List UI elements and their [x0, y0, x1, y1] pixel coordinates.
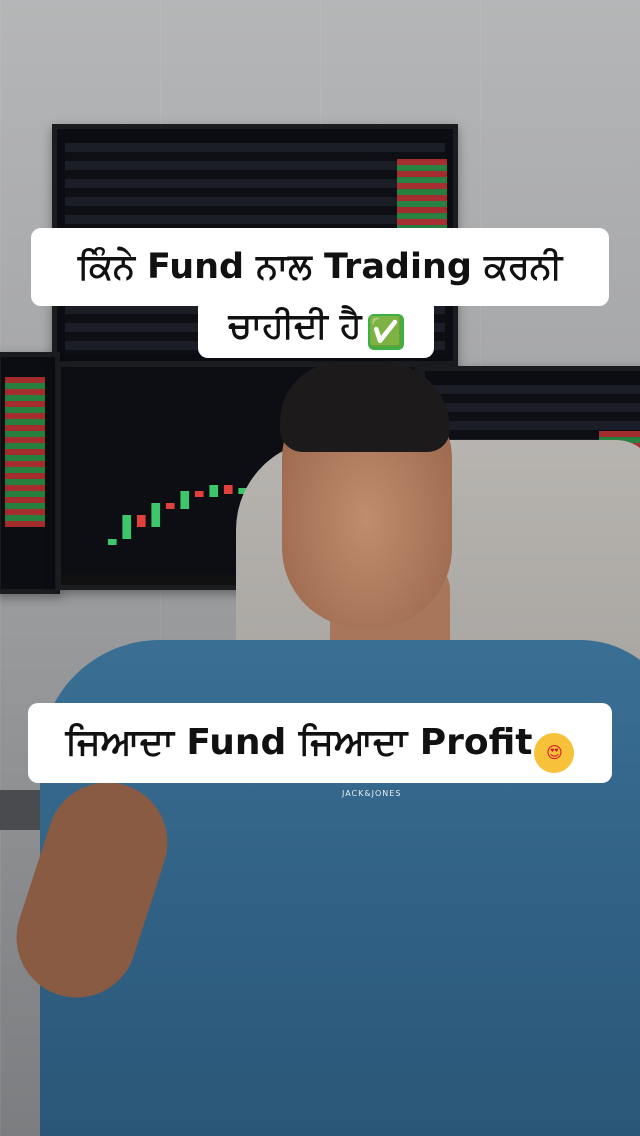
caption-bottom: ਜਿਆਦਾ Fund ਜਿਆਦਾ Profit 😍 — [28, 703, 612, 783]
video-frame: JACK&JONES — [0, 0, 640, 1136]
price-ticker-block — [5, 377, 45, 527]
caption-top-line2: ਚਾਹੀਦੀ ਹੈ ✅ — [198, 298, 434, 358]
check-mark-icon: ✅ — [367, 314, 404, 350]
heart-eyes-emoji-icon: 😍 — [534, 733, 575, 773]
candle — [223, 485, 233, 494]
caption-top-line2-text: ਚਾਹੀਦੀ ਹੈ — [228, 306, 362, 346]
candle — [194, 491, 204, 497]
caption-bottom-text: ਜਿਆਦਾ Fund ਜਿਆਦਾ Profit — [65, 722, 533, 763]
candle — [136, 515, 146, 527]
left-monitor — [0, 352, 60, 594]
candle — [180, 491, 190, 509]
caption-top-line1-text: ਕਿੰਨੇ Fund ਨਾਲ Trading ਕਰਨੀ — [77, 247, 563, 287]
price-ticker-block — [397, 159, 447, 229]
candle — [165, 503, 175, 509]
candle — [209, 485, 219, 497]
caption-top-line1: ਕਿੰਨੇ Fund ਨਾਲ Trading ਕਰਨੀ — [31, 228, 609, 306]
candle — [122, 515, 132, 539]
candle — [151, 503, 161, 527]
candle — [107, 539, 117, 545]
shirt-brand: JACK&JONES — [342, 789, 402, 798]
